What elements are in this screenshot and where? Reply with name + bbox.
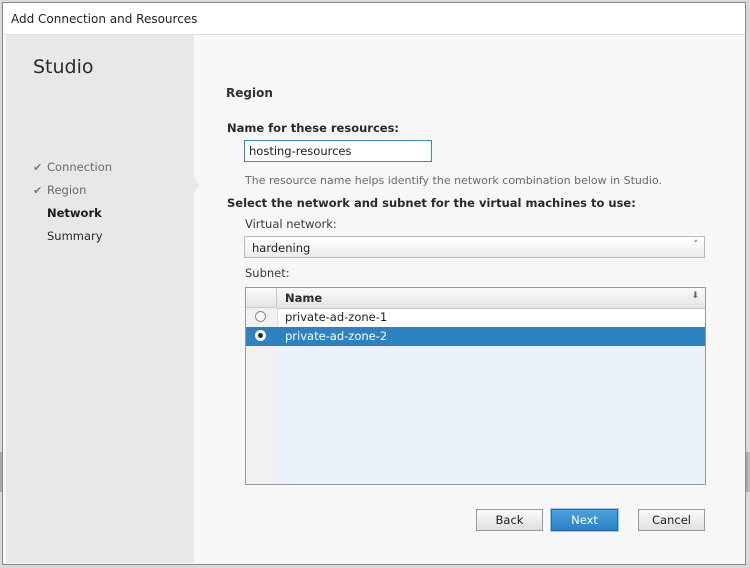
table-row[interactable]: private-ad-zone-1 — [246, 308, 705, 327]
sort-arrow-icon[interactable]: ⬇ — [691, 291, 699, 301]
current-step-pointer — [191, 173, 199, 197]
subnet-table: Name ⬇ private-ad-zone-1 private-ad-zone… — [245, 287, 706, 485]
step-label: Connection — [47, 160, 113, 174]
table-empty-area — [277, 346, 705, 484]
step-network: Network — [47, 206, 102, 220]
check-icon: ✔ — [33, 161, 43, 174]
cancel-button[interactable]: Cancel — [638, 509, 705, 531]
subnet-name-cell: private-ad-zone-1 — [285, 310, 388, 324]
back-button[interactable]: Back — [476, 509, 543, 531]
virtual-network-dropdown[interactable]: hardening ˅ — [244, 236, 705, 258]
subnet-name-cell: private-ad-zone-2 — [285, 329, 388, 343]
chevron-down-icon: ˅ — [693, 240, 699, 250]
virtual-network-label: Virtual network: — [245, 217, 337, 231]
select-network-heading: Select the network and subnet for the vi… — [227, 196, 636, 210]
radio-button[interactable] — [255, 311, 266, 322]
wizard-sidebar — [6, 35, 194, 563]
name-help-text: The resource name helps identify the net… — [245, 174, 662, 187]
column-header-name[interactable]: Name ⬇ — [277, 288, 705, 309]
check-icon: ✔ — [33, 184, 43, 197]
column-header-label: Name — [285, 291, 323, 305]
resource-name-input[interactable] — [244, 140, 432, 162]
title-bar: Add Connection and Resources — [3, 3, 745, 35]
step-connection: ✔ Connection — [33, 160, 112, 174]
table-corner — [246, 288, 277, 308]
subnet-label: Subnet: — [245, 266, 290, 280]
step-label: Region — [47, 183, 87, 197]
radio-button-selected[interactable] — [255, 330, 266, 341]
name-label: Name for these resources: — [227, 121, 400, 135]
step-summary: Summary — [47, 229, 103, 243]
brand-title: Studio — [33, 56, 94, 78]
next-button[interactable]: Next — [551, 509, 618, 531]
step-region: ✔ Region — [33, 183, 86, 197]
window-title: Add Connection and Resources — [11, 12, 198, 26]
table-row-selected[interactable]: private-ad-zone-2 — [246, 327, 705, 346]
section-title: Region — [226, 86, 273, 100]
virtual-network-value: hardening — [252, 241, 311, 255]
